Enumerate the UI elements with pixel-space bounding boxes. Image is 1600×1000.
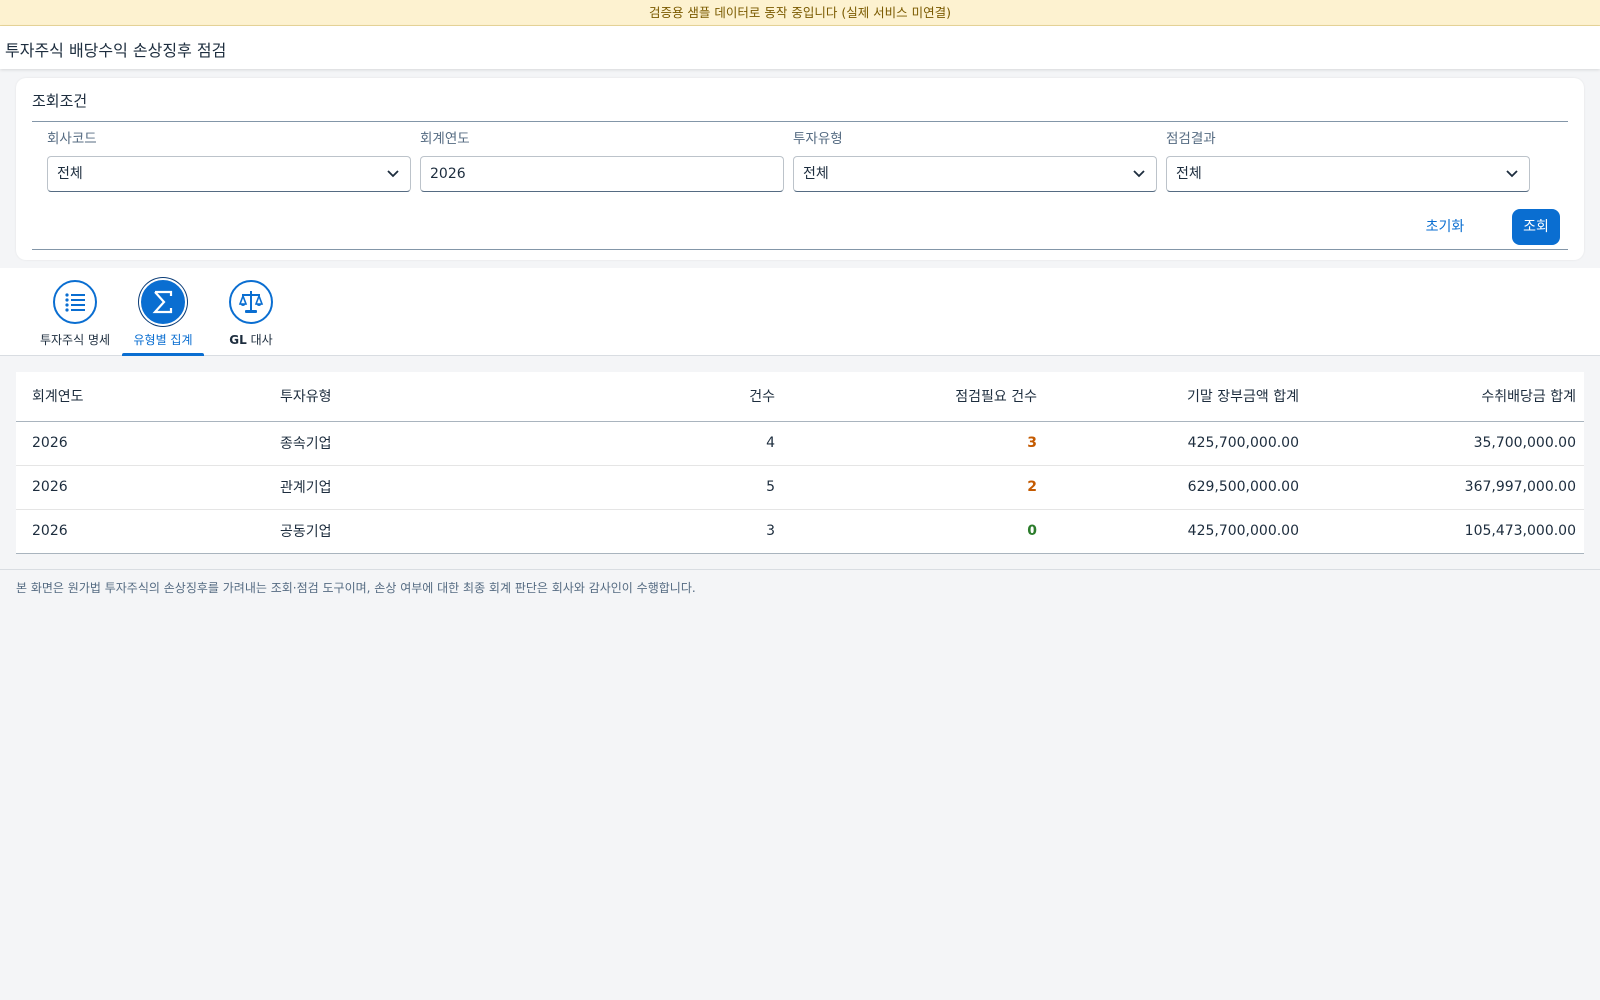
check-result-label: 점검결과 [1166,131,1216,147]
cell-book-value: 629,500,000.00 [1045,465,1307,510]
disclaimer-note: 본 화면은 원가법 투자주식의 손상징후를 가려내는 조회·점검 도구이며, 손… [16,581,696,595]
col-book-value-total: 기말 장부금액 합계 [1045,372,1307,422]
chevron-down-icon [1506,170,1518,178]
col-investment-type: 투자유형 [264,372,520,422]
tab-label: GL 대사 [206,331,296,348]
tab-type-summary[interactable]: 유형별 집계 [118,280,208,356]
company-code-label: 회사코드 [47,131,97,147]
filter-footer-divider [32,249,1568,250]
reset-button[interactable]: 초기화 [1418,209,1472,245]
cell-check-needed: 2 [783,465,1045,510]
tab-label: 유형별 집계 [133,333,193,347]
tab-gl-reconciliation[interactable]: GL 대사 [206,280,296,356]
cell-count: 4 [520,421,783,466]
summary-table: 회계연도 투자유형 건수 점검필요 건수 기말 장부금액 합계 수취배당금 합계… [16,372,1584,553]
col-count: 건수 [520,372,783,422]
investment-type-value: 전체 [803,166,829,182]
check-result-field: 점검결과 전체 [1166,130,1530,192]
col-dividend-total: 수취배당금 합계 [1307,372,1584,422]
tab-label-rest: 대사 [246,333,273,347]
search-button[interactable]: 조회 [1512,209,1560,245]
cell-count: 3 [766,523,775,540]
icon-tab-bar: 투자주식 명세 유형별 집계 GL 대사 [0,268,1600,356]
investment-type-field: 투자유형 전체 [793,130,1157,192]
col-fiscal-year: 회계연도 [16,372,264,422]
investment-type-select[interactable]: 전체 [793,156,1157,192]
table-row[interactable]: 2026 공동기업 3 0 425,700,000.00 105,473,000… [16,509,1584,553]
fiscal-year-value: 2026 [430,166,466,182]
fiscal-year-field: 회계연도 2026 [420,130,784,192]
tab-icon-circle [229,280,273,324]
filter-panel: 조회조건 회사코드 전체 회계연도 2026 투자유형 전체 점검결과 전체 초… [16,78,1584,260]
cell-book-value: 425,700,000.00 [1187,523,1299,540]
tab-icon-circle [53,280,97,324]
tab-label: 투자주식 명세 [39,333,111,347]
scale-icon [238,291,264,313]
active-tab-indicator [122,353,204,356]
company-code-select[interactable]: 전체 [47,156,411,192]
cell-fiscal-year: 2026 [16,421,264,466]
chevron-down-icon [387,170,399,178]
filter-panel-title: 조회조건 [32,92,88,110]
fiscal-year-label: 회계연도 [420,131,470,147]
cell-investment-type: 공동기업 [280,524,332,541]
footer-divider [0,569,1600,570]
table-row[interactable]: 2026 관계기업 5 2 629,500,000.00 367,997,000… [16,465,1584,510]
summary-table-card: 회계연도 투자유형 건수 점검필요 건수 기말 장부금액 합계 수취배당금 합계… [16,372,1584,554]
fiscal-year-input[interactable]: 2026 [420,156,784,192]
investment-type-label: 투자유형 [793,131,843,147]
sigma-icon [152,290,173,314]
sample-data-banner: 검증용 샘플 데이터로 동작 중입니다 (실제 서비스 미연결) [0,0,1600,26]
cell-count: 5 [520,465,783,510]
cell-investment-type: 종속기업 [264,421,520,466]
tab-icon-circle [141,280,185,324]
cell-check-needed: 3 [783,421,1045,466]
cell-dividend: 105,473,000.00 [1464,523,1576,540]
tab-investment-list[interactable]: 투자주식 명세 [30,280,120,356]
company-code-field: 회사코드 전체 [47,130,411,192]
filter-header-divider [32,121,1568,122]
cell-fiscal-year: 2026 [16,465,264,510]
page-title: 투자주식 배당수익 손상징후 점검 [5,41,227,60]
cell-dividend: 35,700,000.00 [1307,421,1584,466]
cell-investment-type: 관계기업 [264,465,520,510]
check-result-select[interactable]: 전체 [1166,156,1530,192]
company-code-value: 전체 [57,166,83,182]
check-result-value: 전체 [1176,166,1202,182]
cell-fiscal-year: 2026 [32,523,68,540]
chevron-down-icon [1133,170,1145,178]
cell-book-value: 425,700,000.00 [1045,421,1307,466]
table-header-row: 회계연도 투자유형 건수 점검필요 건수 기말 장부금액 합계 수취배당금 합계 [16,372,1584,422]
app-header: 투자주식 배당수익 손상징후 점검 [0,26,1600,69]
table-row[interactable]: 2026 종속기업 4 3 425,700,000.00 35,700,000.… [16,421,1584,466]
tab-label-bold: GL [229,333,247,347]
cell-check-needed: 0 [1027,523,1037,540]
list-icon [65,293,85,312]
col-check-needed: 점검필요 건수 [783,372,1045,422]
cell-dividend: 367,997,000.00 [1307,465,1584,510]
